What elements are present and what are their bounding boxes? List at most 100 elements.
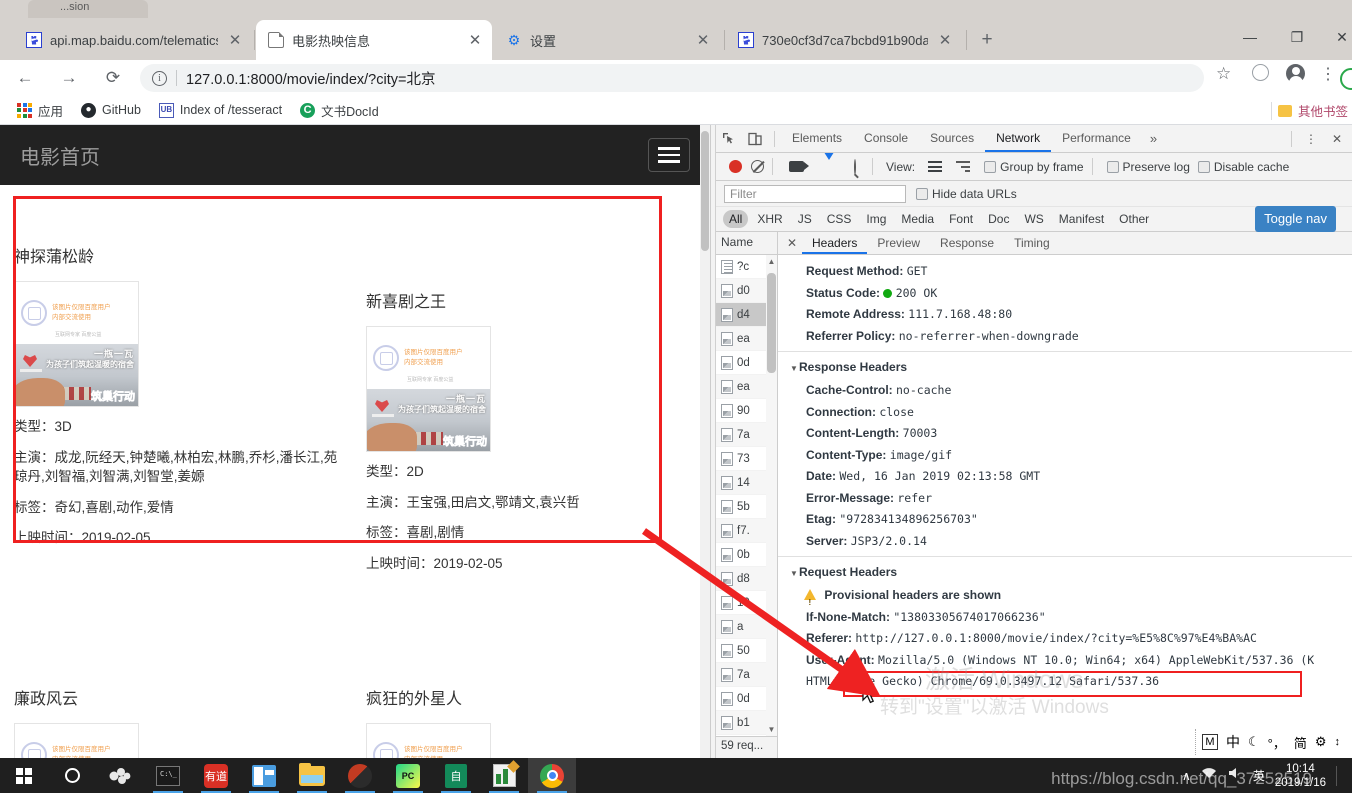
navicat-app[interactable]: 自 (432, 758, 480, 793)
detail-tab-timing[interactable]: Timing (1004, 232, 1060, 254)
devtools-menu-icon[interactable]: ⋮ (1298, 126, 1324, 152)
back-icon[interactable]: ← (10, 63, 40, 93)
more-panels-icon[interactable]: » (1142, 131, 1165, 146)
request-list-scroll-thumb[interactable] (767, 273, 776, 373)
devtools-tab-performance[interactable]: Performance (1051, 125, 1142, 152)
preserve-log-checkbox[interactable]: Preserve log (1106, 160, 1190, 174)
close-window-button[interactable]: ✕ (1322, 23, 1352, 51)
response-headers-title[interactable]: ▼Response Headers (778, 356, 1352, 380)
clear-button[interactable] (751, 160, 764, 173)
profile-avatar-icon[interactable] (1286, 64, 1305, 83)
reload-icon[interactable]: ⟳ (98, 63, 128, 93)
start-button[interactable] (0, 758, 48, 793)
devtools-tab-sources[interactable]: Sources (919, 125, 985, 152)
close-tab-icon[interactable]: ✕ (226, 31, 244, 49)
ime-toolbar[interactable]: M 中 ☾ °， 简 ⚙ ↕ (1194, 729, 1346, 755)
type-filter-img[interactable]: Img (860, 210, 892, 228)
page-scrollbar-thumb[interactable] (701, 131, 709, 251)
file-explorer-app[interactable] (288, 758, 336, 793)
toggle-nav-button[interactable]: Toggle nav (1255, 206, 1336, 232)
maximize-window-button[interactable]: ❐ (1277, 23, 1317, 51)
request-list-scrollbar[interactable]: ▲ ▼ (766, 255, 777, 736)
filter-input[interactable]: Filter (724, 184, 906, 203)
movie-poster[interactable]: 该图片仅限百度用户 内部交流使用 (366, 723, 491, 758)
scroll-up-icon[interactable]: ▲ (767, 257, 776, 266)
movie-card[interactable]: 神探蒲松龄 该图片仅限百度用户 内部交流使用 互联网专家 百度公益 一瓶一瓦 为… (14, 243, 344, 559)
close-tab-icon[interactable]: ✕ (694, 31, 712, 49)
address-bar[interactable]: i 127.0.0.1:8000/movie/index/?city=北京 (140, 64, 1204, 92)
capture-screenshots-button[interactable] (789, 161, 809, 172)
collapse-caret-icon[interactable]: ▼ (790, 358, 799, 380)
type-filter-css[interactable]: CSS (821, 210, 858, 228)
ime-settings-icon[interactable]: ⚙ (1315, 734, 1327, 750)
type-filter-js[interactable]: JS (792, 210, 818, 228)
record-button[interactable] (729, 160, 742, 173)
type-filter-all[interactable]: All (723, 210, 749, 228)
bookmark-tesseract[interactable]: UB Index of /tesseract (152, 100, 289, 121)
movie-poster[interactable]: 该图片仅限百度用户 内部交流使用 互联网专家 百度公益 一瓶一瓦 为孩子们筑起温… (14, 281, 139, 407)
hide-data-urls-checkbox[interactable]: Hide data URLs (916, 187, 1017, 201)
chrome-menu-icon[interactable]: ⋮ (1320, 64, 1336, 84)
detail-tab-response[interactable]: Response (930, 232, 1004, 254)
youdao-app[interactable]: 有道 (192, 758, 240, 793)
detail-tab-preview[interactable]: Preview (867, 232, 930, 254)
page-scrollbar[interactable] (700, 125, 710, 758)
extension-icon[interactable] (1252, 64, 1269, 81)
bookmark-apps[interactable]: 应用 (10, 98, 70, 123)
media-app[interactable] (336, 758, 384, 793)
ime-expand-icon[interactable]: ↕ (1335, 736, 1341, 748)
tab-movie-page[interactable]: 电影热映信息 ✕ (256, 20, 492, 60)
request-headers-title[interactable]: ▼Request Headers (778, 561, 1352, 585)
bookmark-star-icon[interactable]: ☆ (1216, 64, 1231, 84)
movie-card[interactable]: 疯狂的外星人 该图片仅限百度用户 内部交流使用 (366, 685, 696, 758)
tab-hash-page[interactable]: 730e0cf3d7ca7bcbd91b90dab ✕ (726, 20, 962, 60)
bookmark-github[interactable]: ● GitHub (74, 100, 148, 121)
ime-moon-icon[interactable]: ☾ (1248, 734, 1260, 750)
close-tab-icon[interactable]: ✕ (466, 31, 484, 49)
forward-icon[interactable]: → (54, 63, 84, 93)
movie-card[interactable]: 廉政风云 该图片仅限百度用户 内部交流使用 (14, 685, 344, 758)
movie-poster[interactable]: 该图片仅限百度用户 内部交流使用 互联网专家 百度公益 一瓶一瓦 为孩子们筑起温… (366, 326, 491, 452)
search-button[interactable] (854, 158, 856, 175)
devtools-tab-elements[interactable]: Elements (781, 125, 853, 152)
network-request-list[interactable]: Name ?c d0 d4 ea 0d ea 90 7a 73 14 5b f7. 0b d8 10 a 50 7… (716, 232, 778, 758)
view-list-icon[interactable] (928, 161, 943, 172)
detail-tab-headers[interactable]: Headers (802, 232, 868, 254)
type-filter-xhr[interactable]: XHR (751, 210, 788, 228)
type-filter-font[interactable]: Font (943, 210, 979, 228)
bookmark-docid[interactable]: C 文书DocId (293, 98, 386, 123)
type-filter-manifest[interactable]: Manifest (1053, 210, 1110, 228)
office-app[interactable] (240, 758, 288, 793)
editor-app[interactable] (480, 758, 528, 793)
inspect-element-icon[interactable] (716, 126, 742, 152)
group-by-frame-checkbox[interactable]: Group by frame (984, 160, 1084, 174)
tab-baidu-telematics[interactable]: api.map.baidu.com/telematics ✕ (14, 20, 252, 60)
devtools-close-icon[interactable]: ✕ (1324, 126, 1350, 152)
tab-settings[interactable]: ⚙ 设置 ✕ (494, 20, 720, 60)
terminal-app[interactable]: C:\_ (144, 758, 192, 793)
chrome-app[interactable] (528, 758, 576, 793)
ime-punctuation-icon[interactable]: °， (1268, 733, 1286, 752)
close-detail-icon[interactable]: ✕ (782, 236, 802, 250)
other-bookmarks[interactable]: 其他书签 (1270, 96, 1352, 125)
filter-button[interactable] (822, 153, 836, 174)
minimize-window-button[interactable]: — (1230, 23, 1270, 51)
view-waterfall-icon[interactable] (956, 161, 971, 172)
disable-cache-checkbox[interactable]: Disable cache (1197, 160, 1289, 174)
ime-mode-icon[interactable]: M (1201, 734, 1218, 750)
collapse-caret-icon[interactable]: ▼ (790, 563, 799, 585)
pycharm-app[interactable]: PC (384, 758, 432, 793)
devtools-tab-console[interactable]: Console (853, 125, 919, 152)
task-view-button[interactable] (96, 758, 144, 793)
device-toolbar-icon[interactable] (742, 126, 768, 152)
ime-simplified-icon[interactable]: 简 (1294, 733, 1307, 752)
page-info-icon[interactable]: i (152, 70, 167, 86)
ime-language-icon[interactable]: 中 (1226, 732, 1240, 752)
type-filter-ws[interactable]: WS (1018, 210, 1049, 228)
movie-poster[interactable]: 该图片仅限百度用户 内部交流使用 (14, 723, 139, 758)
navbar-toggle-button[interactable] (648, 138, 690, 172)
type-filter-doc[interactable]: Doc (982, 210, 1015, 228)
show-desktop-button[interactable] (1336, 765, 1344, 786)
type-filter-other[interactable]: Other (1113, 210, 1155, 228)
close-tab-icon[interactable]: ✕ (936, 31, 954, 49)
